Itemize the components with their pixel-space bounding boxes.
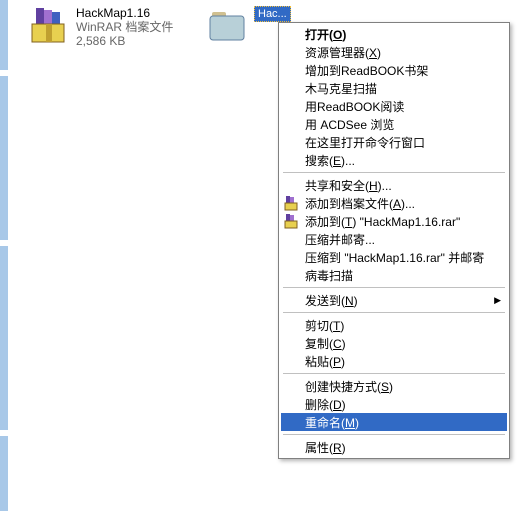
- separator: [283, 312, 505, 313]
- file-size: 2,586 KB: [76, 34, 173, 48]
- submenu-arrow-icon: ▶: [494, 295, 501, 306]
- menu-add-readbook[interactable]: 增加到ReadBOOK书架: [281, 61, 507, 79]
- menu-acdsee[interactable]: 用 ACDSee 浏览: [281, 115, 507, 133]
- file-name: HackMap1.16: [76, 6, 173, 20]
- menu-create-shortcut[interactable]: 创建快捷方式(S): [281, 377, 507, 395]
- menu-zip-to-mail[interactable]: 压缩到 "HackMap1.16.rar" 并邮寄: [281, 248, 507, 266]
- file-item-rar[interactable]: HackMap1.16 WinRAR 档案文件 2,586 KB: [30, 6, 173, 48]
- rar-archive-icon: [30, 6, 70, 46]
- winrar-icon: [284, 195, 300, 211]
- menu-zip-mail[interactable]: 压缩并邮寄...: [281, 230, 507, 248]
- separator: [283, 434, 505, 435]
- menu-paste[interactable]: 粘贴(P): [281, 352, 507, 370]
- menu-add-archive[interactable]: 添加到档案文件(A)...: [281, 194, 507, 212]
- context-menu: 打开(O) 资源管理器(X) 增加到ReadBOOK书架 木马克星扫描 用Rea…: [278, 22, 510, 459]
- menu-open[interactable]: 打开(O): [281, 25, 507, 43]
- menu-trojan-scan[interactable]: 木马克星扫描: [281, 79, 507, 97]
- menu-virus-scan[interactable]: 病毒扫描: [281, 266, 507, 284]
- left-panel-strip: [0, 0, 8, 511]
- file-pane[interactable]: HackMap1.16 WinRAR 档案文件 2,586 KB Hac... …: [8, 0, 521, 511]
- menu-delete[interactable]: 删除(D): [281, 395, 507, 413]
- menu-cut[interactable]: 剪切(T): [281, 316, 507, 334]
- folder-icon: [208, 6, 248, 46]
- menu-explorer[interactable]: 资源管理器(X): [281, 43, 507, 61]
- file-text: HackMap1.16 WinRAR 档案文件 2,586 KB: [76, 6, 173, 48]
- menu-share-security[interactable]: 共享和安全(H)...: [281, 176, 507, 194]
- separator: [283, 287, 505, 288]
- winrar-icon: [284, 213, 300, 229]
- separator: [283, 373, 505, 374]
- menu-properties[interactable]: 属性(R): [281, 438, 507, 456]
- menu-rename[interactable]: 重命名(M): [281, 413, 507, 431]
- file-type: WinRAR 档案文件: [76, 20, 173, 34]
- menu-send-to[interactable]: 发送到(N) ▶: [281, 291, 507, 309]
- rename-edit-box[interactable]: Hac...: [254, 6, 291, 22]
- menu-cmd-here[interactable]: 在这里打开命令行窗口: [281, 133, 507, 151]
- menu-copy[interactable]: 复制(C): [281, 334, 507, 352]
- menu-add-to-rar[interactable]: 添加到(T) "HackMap1.16.rar": [281, 212, 507, 230]
- separator: [283, 172, 505, 173]
- menu-use-readbook[interactable]: 用ReadBOOK阅读: [281, 97, 507, 115]
- menu-search[interactable]: 搜索(E)...: [281, 151, 507, 169]
